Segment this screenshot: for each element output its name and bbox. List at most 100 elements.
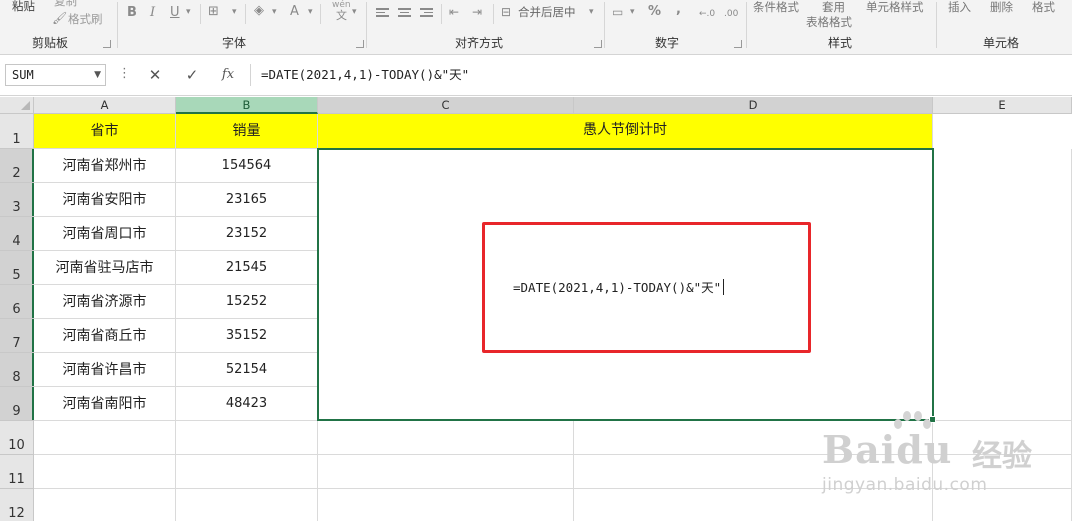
increase-decimal-button[interactable]: ←.0 [699,6,715,22]
percent-button[interactable]: % [648,4,661,20]
row-header-7[interactable]: 7 [0,319,34,353]
bold-button[interactable]: B [127,5,137,21]
empty-cell[interactable] [574,489,933,521]
merge-center-button[interactable]: 合并后居中 [518,5,576,19]
align-center-icon[interactable] [398,8,411,19]
font-color-button[interactable]: A [290,4,299,20]
column-header-a[interactable]: A [34,97,176,114]
comma-button[interactable]: , [676,2,681,18]
underline-button[interactable]: U [170,5,180,21]
column-header-e[interactable]: E [933,97,1072,114]
empty-cell[interactable] [318,421,574,455]
accounting-icon[interactable]: ▭ [612,4,623,20]
merge-dropdown-icon[interactable]: ▾ [589,4,594,20]
cell-styles-button[interactable]: 单元格样式 [866,0,924,14]
border-icon[interactable]: ⊞ [208,4,219,20]
name-box-dropdown-icon[interactable]: ▼ [94,65,101,85]
city-cell[interactable]: 河南省驻马店市 [34,251,176,285]
city-cell[interactable]: 河南省许昌市 [34,353,176,387]
column-e-cells[interactable] [933,149,1072,421]
select-all-corner[interactable] [0,97,34,114]
fill-handle[interactable] [929,416,936,423]
paste-button[interactable]: 粘贴 [12,0,35,13]
column-header-d[interactable]: D [574,97,933,114]
sales-cell[interactable]: 15252 [176,285,318,319]
format-as-table-button[interactable]: 套用 [822,0,845,14]
header-cell-province-city[interactable]: 省市 [34,114,176,149]
sales-cell[interactable]: 23152 [176,217,318,251]
sales-cell[interactable]: 48423 [176,387,318,421]
fill-color-icon[interactable]: ◈ [254,3,264,19]
empty-cell[interactable] [176,489,318,521]
row-header-10[interactable]: 10 [0,421,34,455]
empty-cell[interactable] [176,455,318,489]
empty-cell[interactable] [933,421,1072,455]
fill-dropdown-icon[interactable]: ▾ [272,4,277,20]
row-header-11[interactable]: 11 [0,455,34,489]
empty-cell[interactable] [318,489,574,521]
merge-icon[interactable]: ⊟ [501,4,511,20]
clipboard-launcher-icon[interactable] [103,40,111,48]
insert-function-button[interactable]: fx [216,65,240,85]
decrease-indent-icon[interactable]: ⇤ [449,4,459,20]
enter-button[interactable]: ✓ [180,65,204,85]
column-header-b[interactable]: B [176,97,318,114]
alignment-launcher-icon[interactable] [594,40,602,48]
row-header-4[interactable]: 4 [0,217,34,251]
column-header-c[interactable]: C [318,97,574,114]
align-left-icon[interactable] [376,8,389,19]
in-cell-formula-editor[interactable]: =DATE(2021,4,1)-TODAY()&"天" [513,277,725,296]
delete-button[interactable]: 删除 [990,0,1013,14]
sales-cell[interactable]: 154564 [176,149,318,183]
row-header-3[interactable]: 3 [0,183,34,217]
empty-cell[interactable] [34,421,176,455]
border-dropdown-icon[interactable]: ▾ [232,4,237,20]
city-cell[interactable]: 河南省郑州市 [34,149,176,183]
empty-cell[interactable] [933,489,1072,521]
sales-cell[interactable]: 21545 [176,251,318,285]
empty-cell[interactable] [34,489,176,521]
phonetic-dropdown-icon[interactable]: ▾ [352,4,357,20]
empty-cell[interactable] [176,421,318,455]
sales-cell[interactable]: 35152 [176,319,318,353]
header-cell-sales[interactable]: 销量 [176,114,318,149]
sales-cell[interactable]: 52154 [176,353,318,387]
empty-cell[interactable] [574,421,933,455]
formula-input[interactable]: =DATE(2021,4,1)-TODAY()&"天" [250,64,1066,86]
underline-dropdown-icon[interactable]: ▾ [186,4,191,20]
row-header-12[interactable]: 12 [0,489,34,521]
empty-cell[interactable] [318,455,574,489]
empty-cell[interactable] [574,455,933,489]
city-cell[interactable]: 河南省南阳市 [34,387,176,421]
font-launcher-icon[interactable] [356,40,364,48]
cancel-button[interactable]: ✕ [143,65,167,85]
insert-button[interactable]: 插入 [948,0,971,14]
name-box[interactable]: SUM ▼ [5,64,106,86]
sales-cell[interactable]: 23165 [176,183,318,217]
italic-button[interactable]: I [150,5,155,21]
align-right-icon[interactable] [420,8,433,19]
number-launcher-icon[interactable] [734,40,742,48]
row-header-1[interactable]: 1 [0,114,34,149]
city-cell[interactable]: 河南省安阳市 [34,183,176,217]
increase-indent-icon[interactable]: ⇥ [472,4,482,20]
accounting-dropdown-icon[interactable]: ▾ [630,4,635,20]
decrease-decimal-button[interactable]: .00 [724,6,738,22]
font-color-dropdown-icon[interactable]: ▾ [308,4,313,20]
row-header-9[interactable]: 9 [0,387,34,421]
row-header-8[interactable]: 8 [0,353,34,387]
copy-button[interactable]: 复制 [54,0,77,8]
empty-cell[interactable] [34,455,176,489]
empty-cell[interactable] [933,455,1072,489]
conditional-format-button[interactable]: 条件格式 [753,0,799,14]
more-icon[interactable]: ⋮ [118,66,131,81]
city-cell[interactable]: 河南省商丘市 [34,319,176,353]
row-header-2[interactable]: 2 [0,149,34,183]
row-header-6[interactable]: 6 [0,285,34,319]
row-header-5[interactable]: 5 [0,251,34,285]
city-cell[interactable]: 河南省周口市 [34,217,176,251]
city-cell[interactable]: 河南省济源市 [34,285,176,319]
header-cell-countdown[interactable]: 愚人节倒计时 [318,114,933,149]
format-button[interactable]: 格式 [1032,0,1055,14]
format-painter-button[interactable]: 格式刷 [68,12,103,26]
